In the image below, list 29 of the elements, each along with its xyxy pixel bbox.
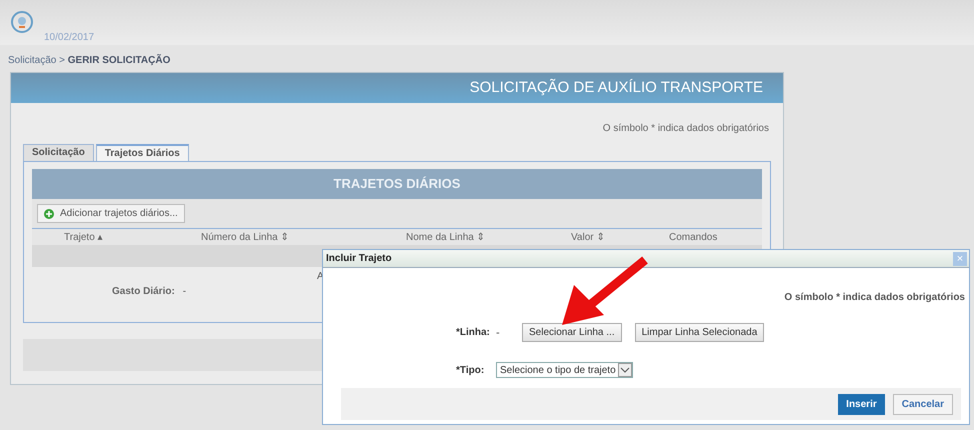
section-title: TRAJETOS DIÁRIOS bbox=[32, 169, 762, 199]
dialog-title: Incluir Trajeto bbox=[326, 253, 392, 264]
select-line-button[interactable]: Selecionar Linha ... bbox=[522, 323, 622, 342]
cancel-button[interactable]: Cancelar bbox=[892, 394, 953, 414]
insert-button[interactable]: Inserir bbox=[838, 394, 885, 414]
type-label: *Tipo: bbox=[456, 364, 486, 376]
tab[interactable]: Trajetos Diários bbox=[96, 144, 189, 161]
column-header[interactable]: Valor ⇕ bbox=[571, 231, 669, 243]
plus-icon bbox=[44, 208, 54, 218]
breadcrumb-current: GERIR SOLICITAÇÃO bbox=[68, 55, 170, 66]
total-value: - bbox=[182, 286, 186, 297]
column-header[interactable]: Número da Linha ⇕ bbox=[201, 231, 406, 243]
required-note: O símbolo * indica dados obrigatórios bbox=[602, 123, 769, 134]
type-select[interactable]: Selecione o tipo de trajeto bbox=[496, 362, 633, 378]
tab[interactable]: Solicitação bbox=[23, 144, 94, 161]
line-value: - bbox=[496, 326, 501, 338]
date-text: 10/02/2017 bbox=[44, 32, 94, 43]
add-routes-button[interactable]: Adicionar trajetos diários... bbox=[37, 204, 185, 223]
panel-title: SOLICITAÇÃO DE AUXÍLIO TRANSPORTE bbox=[11, 73, 783, 103]
column-header[interactable]: Comandos bbox=[669, 232, 718, 242]
required-note: O símbolo * indica dados obrigatórios bbox=[784, 292, 965, 303]
breadcrumb-link[interactable]: Solicitação > bbox=[8, 55, 65, 66]
dropdown-icon bbox=[618, 363, 632, 377]
logo-icon bbox=[10, 10, 34, 34]
clear-line-button[interactable]: Limpar Linha Selecionada bbox=[634, 323, 764, 342]
line-label: *Linha: bbox=[456, 327, 491, 338]
column-header[interactable]: Nome da Linha ⇕ bbox=[406, 231, 571, 243]
column-header[interactable]: Trajeto ▴ bbox=[64, 231, 201, 243]
total-label: Gasto Diário: bbox=[112, 286, 175, 297]
